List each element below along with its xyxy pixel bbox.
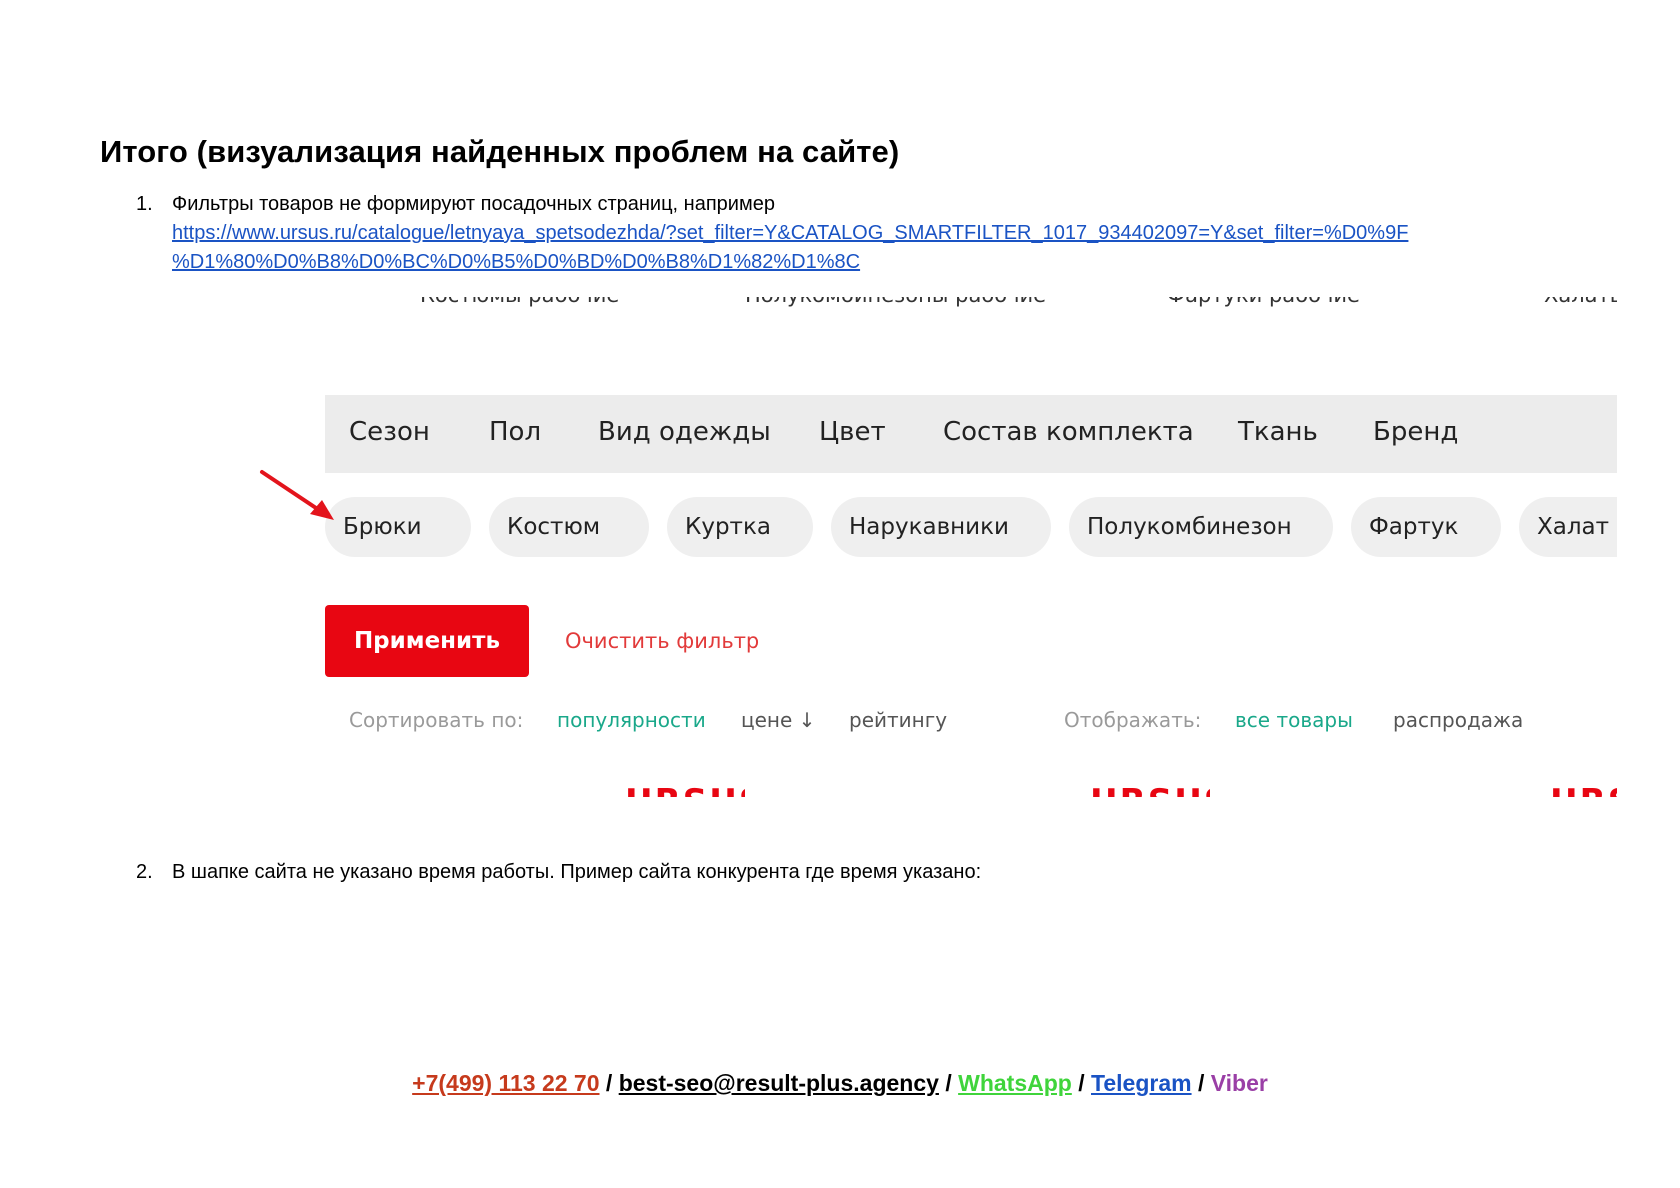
filter-chip-apron[interactable]: Фартук bbox=[1351, 497, 1501, 557]
sort-rating[interactable]: рейтингу bbox=[849, 708, 947, 732]
filter-chip-robe[interactable]: Халат bbox=[1519, 497, 1617, 557]
footer-separator: / bbox=[938, 1070, 959, 1096]
category-link[interactable]: Халаты bbox=[1544, 297, 1617, 307]
filter-tabs-bar: Сезон Пол Вид одежды Цвет Состав комплек… bbox=[325, 395, 1617, 473]
footer-separator: / bbox=[1071, 1070, 1091, 1096]
filter-tab-fabric[interactable]: Ткань bbox=[1238, 417, 1318, 447]
footer-telegram-link[interactable]: Telegram bbox=[1091, 1070, 1192, 1096]
filter-tab-color[interactable]: Цвет bbox=[819, 417, 886, 447]
footer-viber-link[interactable]: Viber bbox=[1211, 1070, 1268, 1096]
display-sale[interactable]: распродажа bbox=[1393, 708, 1523, 732]
filter-chip-jacket[interactable]: Куртка bbox=[667, 497, 813, 557]
footer-separator: / bbox=[599, 1070, 619, 1096]
footer-phone-link[interactable]: +7(499) 113 22 70 bbox=[412, 1070, 599, 1096]
annotation-arrow-icon bbox=[260, 470, 334, 520]
filter-chip-overalls[interactable]: Полукомбинезон bbox=[1069, 497, 1333, 557]
filter-tab-gender[interactable]: Пол bbox=[489, 417, 541, 447]
product-logo-fragment: URSUS bbox=[1090, 785, 1210, 797]
footer-email-link[interactable]: best-seo@result-plus.agency bbox=[619, 1070, 939, 1096]
sort-price[interactable]: цене ↓ bbox=[741, 708, 815, 732]
footer-separator: / bbox=[1191, 1070, 1211, 1096]
display-label: Отображать: bbox=[1064, 708, 1202, 732]
item-1-text: Фильтры товаров не формируют посадочных … bbox=[172, 193, 775, 215]
category-link[interactable]: Фартуки рабочие bbox=[1167, 297, 1360, 307]
filter-chip-suit[interactable]: Костюм bbox=[489, 497, 649, 557]
category-link[interactable]: Костюмы рабочие bbox=[420, 297, 619, 307]
clear-filter-link[interactable]: Очистить фильтр bbox=[565, 629, 759, 653]
site-screenshot: Костюмы рабочие Полукомбинезоны рабочие … bbox=[325, 297, 1617, 797]
category-strip: Костюмы рабочие Полукомбинезоны рабочие … bbox=[325, 297, 1617, 317]
list-number-2: 2. bbox=[136, 861, 153, 883]
example-link-line-1[interactable]: https://www.ursus.ru/catalogue/letnyaya_… bbox=[172, 222, 1408, 245]
footer-contacts: +7(499) 113 22 70 / best-seo@result-plus… bbox=[0, 1070, 1680, 1097]
page-title: Итого (визуализация найденных проблем на… bbox=[100, 134, 900, 169]
sort-label: Сортировать по: bbox=[349, 708, 524, 732]
product-logo-fragment: URSUS bbox=[625, 785, 745, 797]
item-2-text: В шапке сайта не указано время работы. П… bbox=[172, 861, 982, 883]
sort-popularity[interactable]: популярности bbox=[557, 708, 706, 732]
display-all-products[interactable]: все товары bbox=[1235, 708, 1353, 732]
apply-button[interactable]: Применить bbox=[325, 605, 529, 677]
filter-tab-season[interactable]: Сезон bbox=[349, 417, 430, 447]
filter-tab-clothing-type[interactable]: Вид одежды bbox=[598, 417, 771, 447]
footer-whatsapp-link[interactable]: WhatsApp bbox=[958, 1070, 1072, 1096]
filter-tab-set-composition[interactable]: Состав комплекта bbox=[943, 417, 1194, 447]
list-number-1: 1. bbox=[136, 193, 153, 215]
product-logo-fragment: URSUS bbox=[1550, 785, 1617, 797]
filter-chip-sleeves[interactable]: Нарукавники bbox=[831, 497, 1051, 557]
filter-chip-trousers[interactable]: Брюки bbox=[325, 497, 471, 557]
filter-tab-brand[interactable]: Бренд bbox=[1373, 417, 1458, 447]
example-link-line-2[interactable]: %D1%80%D0%B8%D0%BC%D0%B5%D0%BD%D0%B8%D1%… bbox=[172, 251, 860, 274]
category-link[interactable]: Полукомбинезоны рабочие bbox=[745, 297, 1046, 307]
